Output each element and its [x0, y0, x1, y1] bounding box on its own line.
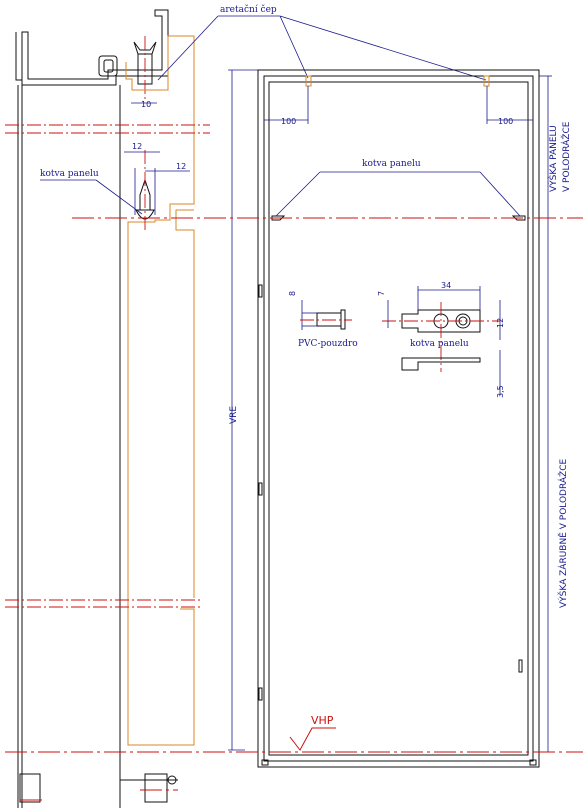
vyska-panelu-label-1: VÝŠKA PANELU: [547, 125, 559, 192]
dim-8-text: 8: [288, 291, 297, 296]
pvc-pouzdro-label: PVC-pouzdro: [298, 339, 358, 349]
kotva-panelu-top-label: kotva panelu: [362, 159, 421, 169]
dim-10-text: 10: [141, 100, 151, 109]
kotva-panelu-detail-label: kotva panelu: [410, 339, 469, 349]
dim-10: 10: [131, 100, 157, 109]
panel-anchor-callout-left: kotva panelu: [40, 169, 143, 215]
frame-rebate: [268, 81, 529, 756]
frame-profile: [21, 9, 169, 86]
pvc-sleeve: [316, 312, 342, 327]
dim-12c-text: 12: [496, 318, 505, 328]
kotva-panelu-left-label: kotva panelu: [40, 169, 99, 179]
frame-profile-inner: [15, 32, 22, 81]
dim-frame-height: VÝŠKA ZÁRUBNĚ V POLODRÁŽCE: [539, 216, 569, 753]
technical-drawing: 10 12 12 aretační čep kotva panelu 100 1…: [5, 4, 583, 808]
dim-100-right-text: 100: [498, 117, 513, 126]
vyska-panelu-label-2: V POLODRÁŽCE: [560, 121, 572, 192]
pin-right: [483, 75, 490, 87]
frame-inner: [263, 75, 534, 762]
panel-anchor-callout-top: kotva panelu: [275, 159, 521, 217]
pin-left: [305, 75, 312, 87]
lock-mark: [518, 659, 523, 673]
dim-3-5-text: 3,5: [496, 385, 505, 398]
frame-outer: [257, 69, 540, 768]
vhp-label: VHP: [311, 714, 334, 727]
dim-100-left: 100: [264, 86, 309, 126]
vre-label: VRE: [229, 406, 239, 424]
frame-section-view: [15, 9, 195, 808]
hinge-right: [144, 773, 168, 803]
dim-34-text: 34: [441, 281, 451, 290]
hinge-mark-3: [258, 687, 263, 701]
anchor-plate-detail: 34 7 12 kotva panelu 3,5: [377, 281, 505, 398]
dim-12-pair: 12 12: [124, 142, 190, 172]
vhp-symbol: [289, 727, 336, 751]
hinge-mark-2: [258, 482, 263, 496]
pvc-sleeve-flange: [340, 309, 346, 330]
dim-100-left-text: 100: [281, 117, 296, 126]
vhp-marker: VHP: [289, 714, 336, 751]
locking-pin-callout: aretační čep: [157, 4, 487, 81]
dim-100-right: 100: [486, 86, 533, 126]
dim-12a-text: 12: [132, 142, 142, 151]
hinge-mark-1: [258, 284, 263, 298]
dim-vre: VRE: [228, 69, 258, 751]
dim-panel-height: VÝŠKA PANELU V POLODRÁŽCE: [539, 75, 572, 216]
pvc-sleeve-detail: 8 PVC-pouzdro: [288, 291, 358, 349]
dim-7-text: 7: [377, 291, 386, 296]
vyska-zarubne-label: VÝŠKA ZÁRUBNĚ V POLODRÁŽCE: [557, 459, 569, 608]
hinge-left: [19, 773, 41, 803]
frame-elevation-view: [257, 69, 540, 768]
dim-12b-text: 12: [176, 162, 186, 171]
aretacni-cep-label: aretační čep: [220, 4, 277, 15]
